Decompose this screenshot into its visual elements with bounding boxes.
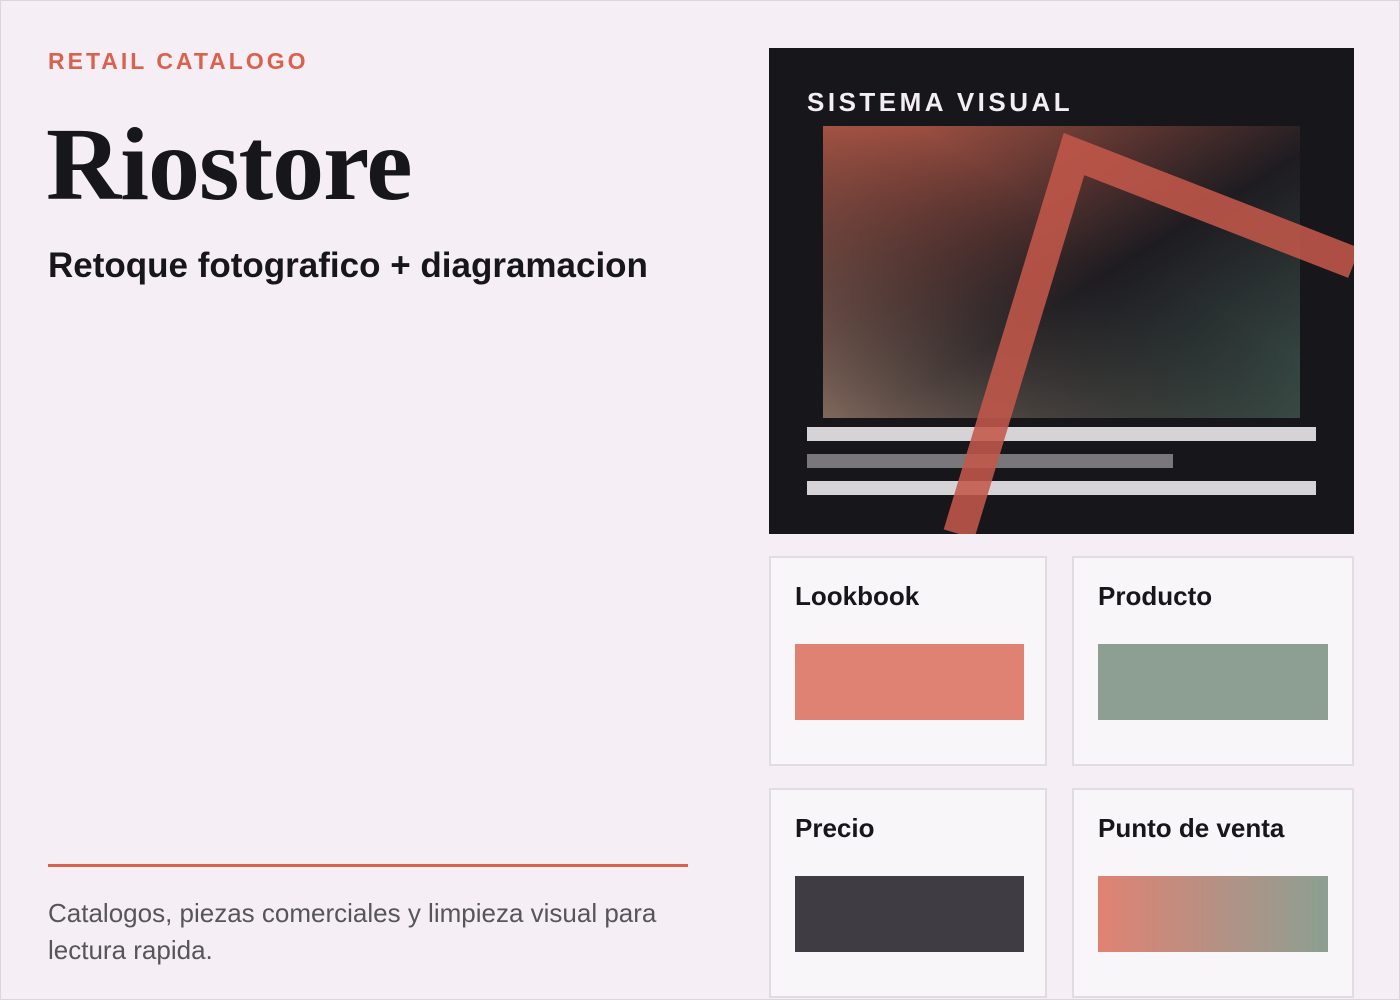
card-producto: Producto: [1072, 556, 1354, 766]
card-title-producto: Producto: [1098, 581, 1213, 611]
description-text: Catalogos, piezas comerciales y limpieza…: [48, 898, 657, 965]
brand-subtitle: Retoque fotografico + diagramacion: [48, 246, 648, 285]
accent-divider: [48, 864, 688, 867]
card-title-lookbook: Lookbook: [795, 581, 920, 611]
card-swatch-producto: [1098, 644, 1328, 720]
card-precio: Precio: [769, 788, 1047, 998]
visual-system-illustration: [807, 126, 1354, 534]
card-swatch-punto-de-venta: [1098, 876, 1328, 952]
eyebrow-label: RETAIL CATALOGO: [48, 48, 309, 74]
card-swatch-lookbook: [795, 644, 1024, 720]
brand-title: Riostore: [46, 107, 413, 222]
card-title-punto-de-venta: Punto de venta: [1098, 813, 1285, 843]
visual-system-label: SISTEMA VISUAL: [807, 87, 1074, 117]
visual-system-panel: SISTEMA VISUAL: [769, 48, 1354, 534]
card-lookbook: Lookbook: [769, 556, 1047, 766]
card-title-precio: Precio: [795, 813, 875, 843]
card-punto-de-venta: Punto de venta: [1072, 788, 1354, 998]
card-swatch-precio: [795, 876, 1024, 952]
